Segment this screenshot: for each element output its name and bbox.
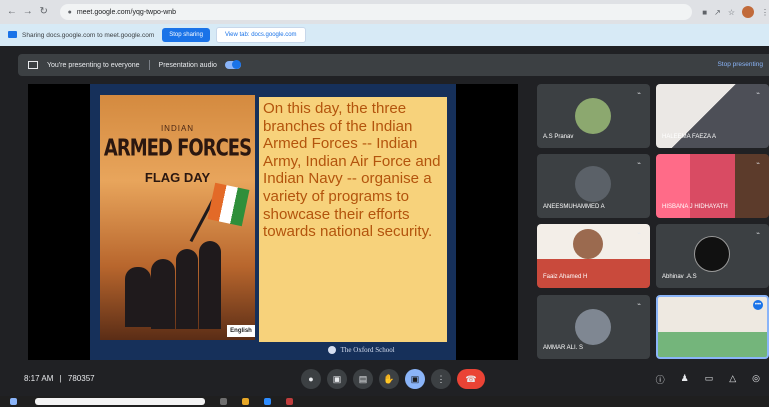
divider [148, 60, 150, 70]
participant-tile[interactable]: ⌁ Faaiz Ahamed H [537, 224, 650, 288]
stop-presenting-button[interactable]: Stop presenting [717, 61, 763, 68]
slide-text: On this day, the three branches of the I… [259, 97, 447, 342]
mic-off-icon: ⌁ [637, 302, 641, 308]
participant-tile[interactable]: ⌁ ANEESMUHAMMED A [537, 154, 650, 218]
info-icon[interactable]: ⓘ [656, 373, 665, 386]
presentation-audio-label: Presentation audio [158, 61, 217, 69]
bookmark-icon[interactable]: ☆ [728, 8, 735, 17]
soldier-silhouette [199, 241, 221, 329]
taskbar-app-icon[interactable] [242, 398, 249, 405]
meeting-time: 8:17 AM [24, 374, 54, 383]
mic-off-icon: ⌁ [637, 231, 641, 237]
meeting-controls: 8:17 AM | 780357 ● ▣ ▤ ✋ ▣ ⋮ ☎ ⓘ ♟ ▭ △ ◎ [0, 366, 769, 396]
end-call-icon[interactable]: ☎ [457, 369, 485, 389]
flag-day-poster: INDIAN ARMED FORCES FLAG DAY English [100, 95, 255, 340]
participant-avatar [694, 236, 730, 272]
more-options-icon[interactable]: ••• [753, 300, 763, 310]
participant-photo [575, 98, 611, 134]
present-screen-icon [28, 61, 38, 69]
participant-tile[interactable]: ⌁ Abhinav .A.S [656, 224, 769, 288]
sharing-icon [8, 31, 17, 38]
people-icon[interactable]: ♟ [681, 373, 689, 386]
more-options-icon[interactable]: ⋮ [431, 369, 451, 389]
sharing-banner: Sharing docs.google.com to meet.google.c… [0, 24, 769, 46]
participant-photo [575, 166, 611, 202]
poster-subtitle: FLAG DAY [144, 170, 211, 185]
chat-icon[interactable]: ▭ [705, 373, 714, 386]
participant-tile[interactable]: ••• [656, 295, 769, 359]
forward-icon[interactable]: → [22, 6, 34, 18]
share-icon[interactable]: ↗ [714, 8, 721, 17]
camera-icon[interactable]: ▣ [327, 369, 347, 389]
participant-name: HISBANA J HIDHAYATH [662, 204, 728, 210]
mic-off-icon: ⌁ [756, 161, 760, 167]
soldier-silhouette [176, 249, 198, 329]
mic-off-icon: ⌁ [637, 91, 641, 97]
presenting-status: You're presenting to everyone [47, 61, 140, 69]
mic-off-icon: ⌁ [637, 161, 641, 167]
browser-actions: ■ ↗ ☆ ⋮ [702, 6, 769, 18]
taskbar-app-icon[interactable] [286, 398, 293, 405]
participant-photo [575, 309, 611, 345]
lock-icon: ● [67, 8, 72, 16]
participant-name: A.S Pranav [543, 134, 574, 140]
menu-icon[interactable]: ⋮ [761, 8, 769, 17]
participant-name: Faaiz Ahamed H [543, 274, 588, 280]
browser-toolbar: ← → ↻ ● meet.google.com/yqg-twpo-wnb ■ ↗… [0, 0, 769, 24]
school-logo: The Oxford School [328, 346, 395, 355]
meeting-separator: | [59, 374, 62, 383]
address-bar[interactable]: ● meet.google.com/yqg-twpo-wnb [59, 4, 693, 20]
indian-flag [207, 182, 250, 227]
sharing-text: Sharing docs.google.com to meet.google.c… [22, 31, 155, 39]
presenting-bar: You're presenting to everyone Presentati… [18, 54, 769, 76]
participant-tile[interactable]: ⌁ A.S Pranav [537, 84, 650, 148]
taskbar-app-icon[interactable] [264, 398, 271, 405]
host-controls-icon[interactable]: ◎ [752, 373, 760, 386]
side-panel-icons: ⓘ ♟ ▭ △ ◎ [656, 373, 760, 386]
windows-icon[interactable] [10, 398, 17, 405]
url-text: meet.google.com/yqg-twpo-wnb [76, 8, 177, 16]
participant-name: AMMAR ALI. S [543, 345, 584, 351]
profile-avatar[interactable] [742, 6, 754, 18]
taskbar-app-icon[interactable] [220, 398, 227, 405]
soldier-silhouette [151, 259, 175, 329]
mic-off-icon: ⌁ [756, 231, 760, 237]
english-badge: English [227, 325, 255, 337]
back-icon[interactable]: ← [6, 6, 18, 18]
meet-window: ← → ↻ ● meet.google.com/yqg-twpo-wnb ■ ↗… [0, 0, 769, 407]
captions-icon[interactable]: ▤ [353, 369, 373, 389]
participant-photo [573, 229, 603, 259]
search-bar[interactable] [35, 398, 205, 405]
poster-title: ARMED FORCES [103, 134, 252, 163]
taskbar [0, 396, 769, 407]
present-icon[interactable]: ▣ [405, 369, 425, 389]
reload-icon[interactable]: ↻ [38, 6, 50, 18]
soldier-silhouette [125, 267, 151, 327]
participant-tile[interactable]: ⌁ AMMAR ALI. S [537, 295, 650, 359]
view-tab-button[interactable]: View tab: docs.google.com [215, 27, 306, 43]
stop-sharing-button[interactable]: Stop sharing [162, 28, 210, 42]
presentation-audio-toggle[interactable] [224, 60, 241, 69]
poster-indian-text: INDIAN [160, 124, 195, 133]
participant-name: Abhinav .A.S [662, 274, 697, 280]
school-name: The Oxford School [340, 346, 395, 354]
mic-off-icon: ⌁ [756, 91, 760, 97]
meeting-info: 8:17 AM | 780357 [24, 374, 95, 383]
activities-icon[interactable]: △ [729, 373, 736, 386]
participant-name: ANEESMUHAMMED A [543, 204, 605, 210]
school-crest-icon [328, 346, 336, 355]
raise-hand-icon[interactable]: ✋ [379, 369, 399, 389]
meeting-code: 780357 [67, 374, 95, 383]
mic-icon[interactable]: ● [301, 369, 321, 389]
participant-name: HALEEMA FAEZA A [662, 134, 717, 140]
camera-indicator-icon[interactable]: ■ [702, 8, 707, 17]
participant-tile[interactable]: ⌁ HISBANA J HIDHAYATH [656, 154, 769, 218]
participant-tile[interactable]: ⌁ HALEEMA FAEZA A [656, 84, 769, 148]
